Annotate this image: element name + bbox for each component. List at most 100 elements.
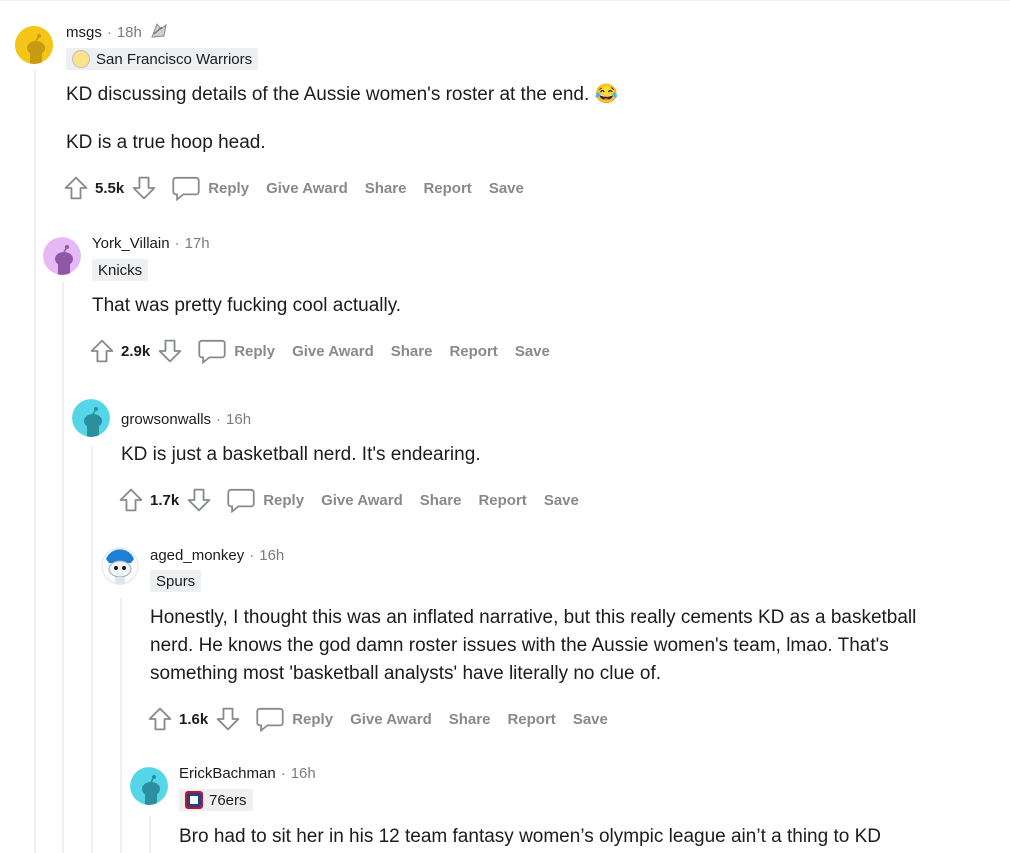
downvote-button[interactable]: [130, 174, 158, 202]
arrow-up-icon: [148, 707, 172, 731]
award-icon[interactable]: [148, 21, 170, 44]
report-button[interactable]: Report: [423, 180, 471, 197]
separator-dot: ·: [280, 764, 286, 782]
share-button[interactable]: Share: [391, 343, 433, 360]
upvote-button[interactable]: [88, 337, 116, 365]
reply-label: Reply: [234, 342, 276, 360]
give-award-button[interactable]: Give Award: [292, 343, 374, 360]
top-divider: [0, 0, 1010, 1]
username[interactable]: growsonwalls: [121, 411, 211, 428]
comment-paragraph: KD discussing details of the Aussie wome…: [66, 84, 619, 105]
share-button[interactable]: Share: [449, 711, 491, 728]
arrow-down-icon: [132, 176, 156, 200]
reply-button[interactable]: Reply: [198, 338, 292, 364]
comment-body: Bro had to sit her in his 12 team fantas…: [179, 823, 979, 851]
save-button[interactable]: Save: [544, 492, 579, 509]
user-flair[interactable]: Knicks: [92, 259, 149, 281]
snoo-avatar-icon: [101, 547, 139, 585]
comment-body: That was pretty fucking cool actually.: [92, 292, 972, 320]
upvote-button[interactable]: [146, 705, 174, 733]
user-flair[interactable]: Spurs: [150, 570, 202, 592]
report-button[interactable]: Report: [449, 343, 497, 360]
arrow-down-icon: [216, 707, 240, 731]
username[interactable]: aged_monkey: [150, 547, 244, 564]
report-button[interactable]: Report: [478, 492, 526, 509]
timestamp[interactable]: 18h: [117, 24, 142, 41]
separator-dot: ·: [216, 410, 222, 428]
downvote-button[interactable]: [185, 486, 213, 514]
timestamp[interactable]: 17h: [185, 235, 210, 252]
thread-line-erickbachman[interactable]: [149, 816, 151, 853]
downvote-button[interactable]: [214, 705, 242, 733]
separator-dot: ·: [174, 234, 180, 252]
snoo-avatar-icon: [130, 767, 168, 805]
upvote-button[interactable]: [62, 174, 90, 202]
timestamp[interactable]: 16h: [226, 411, 251, 428]
comment-actions: 2.9k Reply Give Award Share Report Save: [88, 336, 567, 366]
save-button[interactable]: Save: [515, 343, 550, 360]
report-button[interactable]: Report: [507, 711, 555, 728]
reply-button[interactable]: Reply: [256, 706, 350, 732]
comment-body: Honestly, I thought this was an inflated…: [150, 604, 950, 688]
timestamp[interactable]: 16h: [291, 765, 316, 782]
thread-line-growsonwalls[interactable]: [91, 446, 93, 853]
snoo-avatar-icon: [43, 237, 81, 275]
reply-button[interactable]: Reply: [227, 487, 321, 513]
comment-actions: 1.7k Reply Give Award Share Report Save: [117, 485, 596, 515]
separator-dot: ·: [249, 546, 255, 564]
flair-label: Knicks: [98, 261, 143, 279]
username[interactable]: York_Villain: [92, 235, 170, 252]
arrow-up-icon: [119, 488, 143, 512]
comment-paragraph: Honestly, I thought this was an inflated…: [150, 607, 917, 684]
upvote-button[interactable]: [117, 486, 145, 514]
arrow-up-icon: [64, 176, 88, 200]
warriors-flair-icon: [72, 50, 90, 68]
snoo-avatar-icon: [15, 26, 53, 64]
thread-line-msgs[interactable]: [34, 70, 36, 853]
comment-body: KD discussing details of the Aussie wome…: [66, 81, 966, 157]
avatar[interactable]: [72, 399, 110, 437]
thread-line-york-villain[interactable]: [62, 282, 64, 853]
vote-score: 1.7k: [150, 491, 180, 509]
flair-label: San Francisco Warriors: [96, 50, 253, 68]
reply-label: Reply: [263, 491, 305, 509]
timestamp[interactable]: 16h: [259, 547, 284, 564]
flair-label: Spurs: [156, 572, 196, 590]
comment-paragraph: That was pretty fucking cool actually.: [92, 295, 402, 316]
arrow-up-icon: [90, 339, 114, 363]
avatar[interactable]: [43, 237, 81, 275]
speech-bubble-icon: [256, 707, 284, 732]
give-award-button[interactable]: Give Award: [321, 492, 403, 509]
reply-label: Reply: [208, 179, 250, 197]
vote-score: 1.6k: [179, 710, 209, 728]
share-button[interactable]: Share: [420, 492, 462, 509]
avatar[interactable]: [130, 767, 168, 805]
give-award-button[interactable]: Give Award: [266, 180, 348, 197]
downvote-button[interactable]: [156, 337, 184, 365]
vote-score: 2.9k: [121, 342, 151, 360]
save-button[interactable]: Save: [489, 180, 524, 197]
comment-actions: 5.5k Reply Give Award Share Report Save: [62, 173, 541, 203]
share-button[interactable]: Share: [365, 180, 407, 197]
arrow-down-icon: [158, 339, 182, 363]
76ers-flair-icon: [185, 791, 203, 809]
snoo-avatar-icon: [72, 399, 110, 437]
arrow-down-icon: [187, 488, 211, 512]
reply-label: Reply: [292, 710, 334, 728]
thread-line-aged-monkey[interactable]: [120, 598, 122, 853]
username[interactable]: msgs: [66, 24, 102, 41]
comment-paragraph: KD is just a basketball nerd. It's endea…: [121, 444, 481, 465]
speech-bubble-icon: [198, 339, 226, 364]
flair-label: 76ers: [209, 791, 247, 809]
comment-actions: 1.6k Reply Give Award Share Report Save: [146, 704, 625, 734]
give-award-button[interactable]: Give Award: [350, 711, 432, 728]
separator-dot: ·: [106, 23, 112, 41]
user-flair[interactable]: San Francisco Warriors: [66, 48, 259, 70]
reply-button[interactable]: Reply: [172, 175, 266, 201]
user-flair[interactable]: 76ers: [179, 789, 253, 811]
avatar[interactable]: [101, 547, 139, 585]
username[interactable]: ErickBachman: [179, 765, 276, 782]
avatar[interactable]: [15, 26, 53, 64]
vote-score: 5.5k: [95, 179, 125, 197]
save-button[interactable]: Save: [573, 711, 608, 728]
